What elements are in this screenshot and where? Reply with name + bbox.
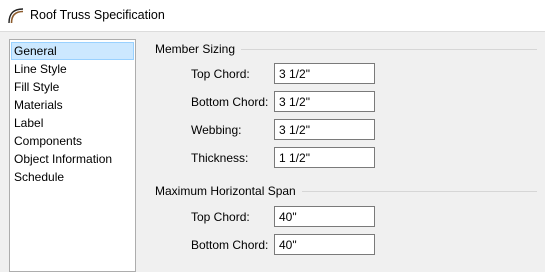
- max-horizontal-span-group-header: Maximum Horizontal Span: [155, 183, 537, 199]
- roof-arch-icon: [8, 8, 24, 24]
- member-sizing-group-header: Member Sizing: [155, 41, 537, 57]
- max-horizontal-span-title: Maximum Horizontal Span: [155, 183, 302, 199]
- window-title: Roof Truss Specification: [30, 8, 165, 22]
- category-item-line-style[interactable]: Line Style: [11, 60, 134, 78]
- category-item-schedule[interactable]: Schedule: [11, 168, 134, 186]
- webbing-label: Webbing:: [191, 123, 242, 137]
- category-item-materials[interactable]: Materials: [11, 96, 134, 114]
- category-item-components[interactable]: Components: [11, 132, 134, 150]
- member-sizing-title: Member Sizing: [155, 41, 242, 57]
- thickness-label: Thickness:: [191, 151, 249, 165]
- category-item-label[interactable]: Label: [11, 114, 134, 132]
- thickness-input[interactable]: [274, 147, 375, 168]
- webbing-input[interactable]: [274, 119, 375, 140]
- title-bar[interactable]: Roof Truss Specification: [0, 0, 545, 32]
- dialog-body: General Line Style Fill Style Materials …: [0, 32, 545, 272]
- bottom-chord-input[interactable]: [274, 91, 375, 112]
- top-chord-label: Top Chord:: [191, 67, 250, 81]
- bottom-chord-label: Bottom Chord:: [191, 95, 269, 109]
- category-item-object-information[interactable]: Object Information: [11, 150, 134, 168]
- span-top-chord-input[interactable]: [274, 206, 375, 227]
- top-chord-input[interactable]: [274, 63, 375, 84]
- category-list[interactable]: General Line Style Fill Style Materials …: [9, 39, 136, 272]
- category-item-fill-style[interactable]: Fill Style: [11, 78, 134, 96]
- category-item-general[interactable]: General: [11, 42, 134, 60]
- span-bottom-chord-label: Bottom Chord:: [191, 238, 269, 252]
- span-bottom-chord-input[interactable]: [274, 234, 375, 255]
- span-top-chord-label: Top Chord:: [191, 210, 250, 224]
